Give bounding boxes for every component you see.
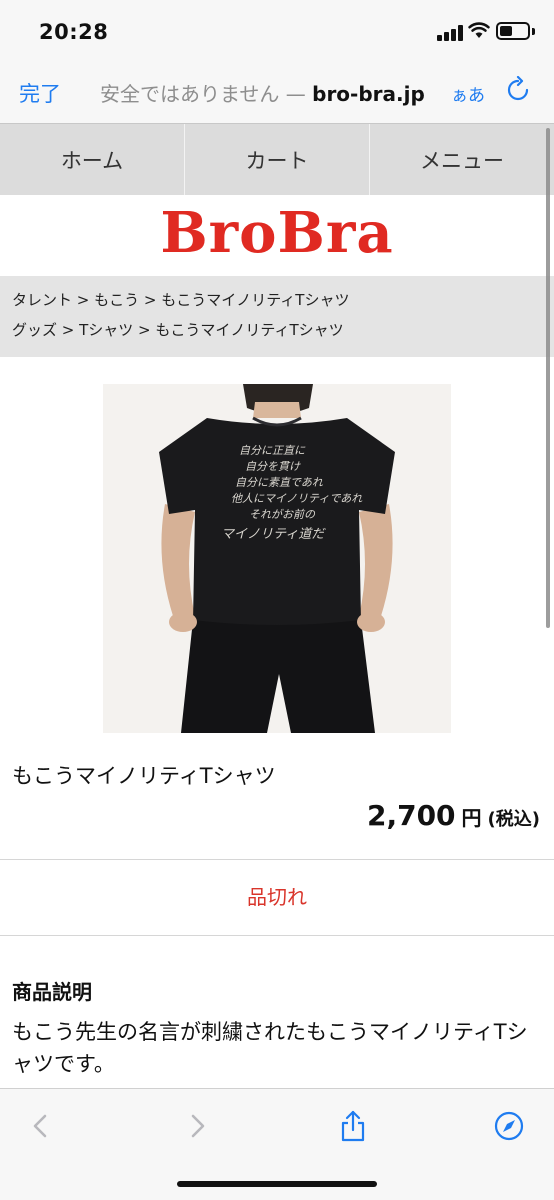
price-tax-label: (税込) [487, 809, 540, 830]
price: 2,700 円 (税込) [367, 799, 540, 832]
sold-out-status: 品切れ [247, 885, 307, 909]
shirt-print-line: 自分に素直であれ [235, 476, 324, 489]
shirt-print-line: 自分を貫け [245, 460, 301, 473]
price-value: 2,700 [366, 799, 456, 832]
status-time: 20:28 [39, 20, 109, 44]
wifi-icon [468, 22, 490, 38]
url-field[interactable]: 安全ではありません — bro-bra.jp [100, 78, 425, 107]
price-unit: 円 [461, 806, 482, 830]
site-nav: ホーム カート メニュー [0, 124, 554, 195]
product-name: もこうマイノリティTシャツ [12, 764, 276, 788]
home-indicator[interactable] [177, 1181, 377, 1187]
security-warning: 安全ではありません — [100, 82, 313, 106]
scrollbar[interactable] [546, 128, 550, 628]
divider [0, 859, 554, 860]
product-image: 自分に正直に 自分を貫け 自分に素直であれ 他人にマイノリティであれ それがお前… [103, 384, 451, 733]
nav-menu[interactable]: メニュー [370, 124, 554, 195]
breadcrumb-goods[interactable]: グッズ > Tシャツ > もこうマイノリティTシャツ [12, 318, 554, 348]
description-heading: 商品説明 [12, 980, 92, 1004]
cellular-signal-icon [437, 25, 463, 41]
battery-tip [532, 28, 535, 35]
divider [0, 935, 554, 936]
battery-icon [496, 22, 530, 40]
shirt-print-line: 自分に正直に [239, 444, 306, 457]
back-icon[interactable] [26, 1109, 56, 1143]
shirt-print-line: それがお前の [249, 508, 316, 521]
share-icon[interactable] [338, 1109, 368, 1143]
description-text: もこう先生の名言が刺繍されたもこうマイノリティTシャツです。 [12, 1020, 528, 1076]
address-bar: 完了 安全ではありません — bro-bra.jp ぁあ [0, 62, 554, 124]
text-size-button[interactable]: ぁあ [451, 81, 485, 106]
forward-icon[interactable] [182, 1109, 212, 1143]
shirt-print-line: マイノリティ道だ [221, 527, 326, 542]
done-button[interactable]: 完了 [19, 78, 61, 108]
breadcrumb-talent[interactable]: タレント > もこう > もこうマイノリティTシャツ [12, 288, 554, 318]
reload-icon[interactable] [506, 76, 530, 102]
nav-home[interactable]: ホーム [0, 124, 185, 195]
compass-icon[interactable] [494, 1109, 524, 1143]
tshirt-photo: 自分に正直に 自分を貫け 自分に素直であれ 他人にマイノリティであれ それがお前… [103, 384, 451, 733]
status-bar: 20:28 [0, 0, 554, 62]
nav-cart[interactable]: カート [185, 124, 370, 195]
brobra-logo[interactable]: BroBra [0, 200, 554, 266]
shirt-print-line: 他人にマイノリティであれ [231, 492, 363, 505]
url-domain: bro-bra.jp [312, 82, 425, 106]
breadcrumb: タレント > もこう > もこうマイノリティTシャツ グッズ > Tシャツ > … [0, 276, 554, 357]
